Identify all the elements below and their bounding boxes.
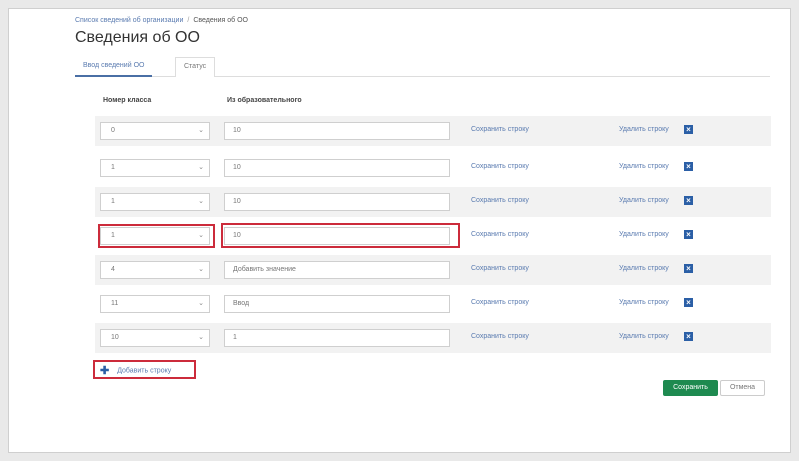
save-row-link[interactable]: Сохранить строку xyxy=(471,265,529,272)
add-row-label: Добавить строку xyxy=(117,367,172,375)
class-select-value: 4 xyxy=(111,266,115,273)
class-select-value: 1 xyxy=(111,232,115,239)
class-select-value: 11 xyxy=(111,300,119,307)
value-input[interactable]: 10 xyxy=(224,193,450,211)
class-select[interactable]: 1 ⌄ xyxy=(100,159,210,177)
delete-row-link[interactable]: Удалить строку xyxy=(619,231,669,238)
class-select-value: 10 xyxy=(111,334,119,341)
table-row: 1 ⌄ 10 Сохранить строку Удалить строку × xyxy=(95,221,771,251)
save-row-link[interactable]: Сохранить строку xyxy=(471,126,529,133)
tab-input-data[interactable]: Ввод сведений ОО xyxy=(75,57,153,77)
table-row: 0 ⌄ 10 Сохранить строку Удалить строку × xyxy=(95,116,771,146)
table-row: 1 ⌄ 10 Сохранить строку Удалить строку × xyxy=(95,153,771,183)
class-select-value: 0 xyxy=(111,127,115,134)
value-input[interactable]: 10 xyxy=(224,159,450,177)
chevron-down-icon: ⌄ xyxy=(198,300,204,307)
table-row: 11 ⌄ Ввод Сохранить строку Удалить строку… xyxy=(95,289,771,319)
breadcrumb-parent-link[interactable]: Список сведений об организации xyxy=(75,17,183,24)
save-button[interactable]: Сохранить xyxy=(663,380,718,396)
delete-row-link[interactable]: Удалить строку xyxy=(619,333,669,340)
delete-row-link[interactable]: Удалить строку xyxy=(619,126,669,133)
table-row: 1 ⌄ 10 Сохранить строку Удалить строку × xyxy=(95,187,771,217)
plus-icon: ✚ xyxy=(100,365,110,377)
chevron-down-icon: ⌄ xyxy=(198,232,204,239)
delete-row-link[interactable]: Удалить строку xyxy=(619,299,669,306)
class-select-value: 1 xyxy=(111,198,115,205)
delete-icon[interactable]: × xyxy=(684,298,693,307)
delete-row-link[interactable]: Удалить строку xyxy=(619,265,669,272)
delete-icon[interactable]: × xyxy=(684,196,693,205)
save-row-link[interactable]: Сохранить строку xyxy=(471,231,529,238)
save-row-link[interactable]: Сохранить строку xyxy=(471,299,529,306)
value-input[interactable]: Ввод xyxy=(224,295,450,313)
chevron-down-icon: ⌄ xyxy=(198,198,204,205)
chevron-down-icon: ⌄ xyxy=(198,334,204,341)
delete-icon[interactable]: × xyxy=(684,264,693,273)
column-header-class-number: Номер класса xyxy=(103,97,152,104)
value-input[interactable]: 10 xyxy=(224,122,450,140)
save-row-link[interactable]: Сохранить строку xyxy=(471,197,529,204)
delete-row-link[interactable]: Удалить строку xyxy=(619,197,669,204)
class-select[interactable]: 4 ⌄ xyxy=(100,261,210,279)
tab-status[interactable]: Статус xyxy=(175,57,216,77)
delete-icon[interactable]: × xyxy=(684,332,693,341)
table-row: 10 ⌄ 1 Сохранить строку Удалить строку × xyxy=(95,323,771,353)
tab-bar: Ввод сведений ОО Статус xyxy=(75,57,770,77)
save-row-link[interactable]: Сохранить строку xyxy=(471,333,529,340)
chevron-down-icon: ⌄ xyxy=(198,164,204,171)
add-row-button[interactable]: ✚ Добавить строку xyxy=(100,364,171,377)
class-select[interactable]: 10 ⌄ xyxy=(100,329,210,347)
chevron-down-icon: ⌄ xyxy=(198,127,204,134)
save-row-link[interactable]: Сохранить строку xyxy=(471,163,529,170)
page-title: Сведения об ОО xyxy=(75,29,200,46)
delete-icon[interactable]: × xyxy=(684,230,693,239)
breadcrumb-current: Сведения об ОО xyxy=(193,17,248,24)
value-input[interactable]: Добавить значение xyxy=(224,261,450,279)
delete-icon[interactable]: × xyxy=(684,125,693,134)
column-header-education: Из образовательного xyxy=(227,97,302,104)
class-select[interactable]: 1 ⌄ xyxy=(100,193,210,211)
class-select[interactable]: 11 ⌄ xyxy=(100,295,210,313)
breadcrumb-separator: / xyxy=(187,17,190,24)
cancel-button[interactable]: Отмена xyxy=(720,380,765,396)
delete-row-link[interactable]: Удалить строку xyxy=(619,163,669,170)
chevron-down-icon: ⌄ xyxy=(198,266,204,273)
class-select-value: 1 xyxy=(111,164,115,171)
breadcrumb: Список сведений об организации / Сведения … xyxy=(75,17,248,24)
delete-icon[interactable]: × xyxy=(684,162,693,171)
class-select[interactable]: 0 ⌄ xyxy=(100,122,210,140)
value-input[interactable]: 1 xyxy=(224,329,450,347)
class-select[interactable]: 1 ⌄ xyxy=(100,227,210,245)
value-input[interactable]: 10 xyxy=(224,227,450,245)
table-row: 4 ⌄ Добавить значение Сохранить строку Уд… xyxy=(95,255,771,285)
